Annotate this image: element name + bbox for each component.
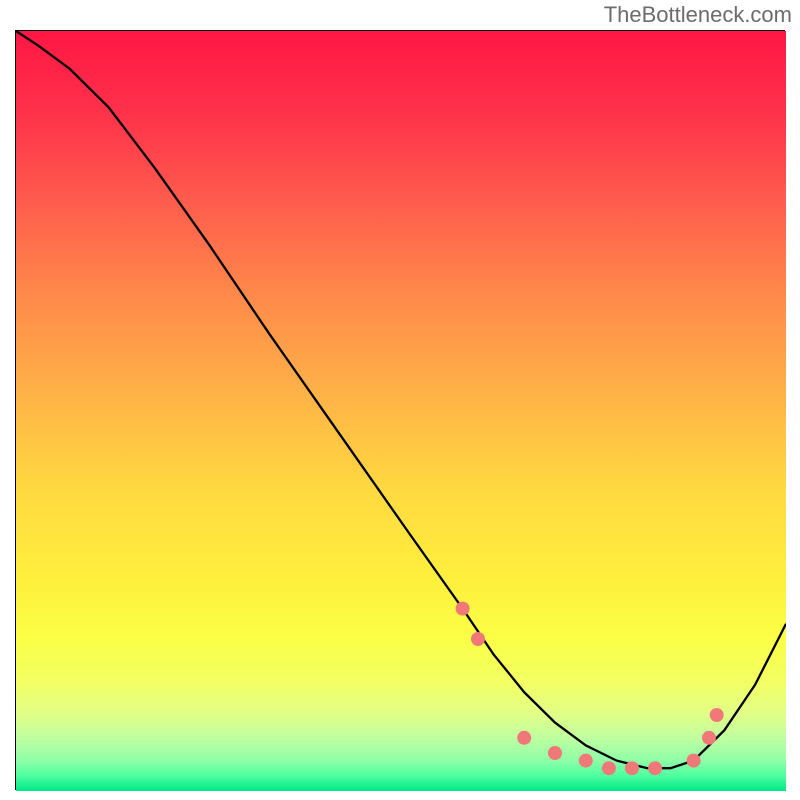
marker-point [471,632,485,646]
marker-point [648,761,662,775]
marker-point [687,754,701,768]
plot-area [15,30,785,790]
marker-point [602,761,616,775]
marker-point [548,746,562,760]
marker-point [456,602,470,616]
attribution-label: TheBottleneck.com [604,2,792,28]
chart-svg [16,31,786,791]
chart-container: TheBottleneck.com [0,0,800,800]
marker-point [710,708,724,722]
gradient-background [16,31,786,791]
marker-point [579,754,593,768]
marker-point [625,761,639,775]
marker-point [702,731,716,745]
marker-point [517,731,531,745]
